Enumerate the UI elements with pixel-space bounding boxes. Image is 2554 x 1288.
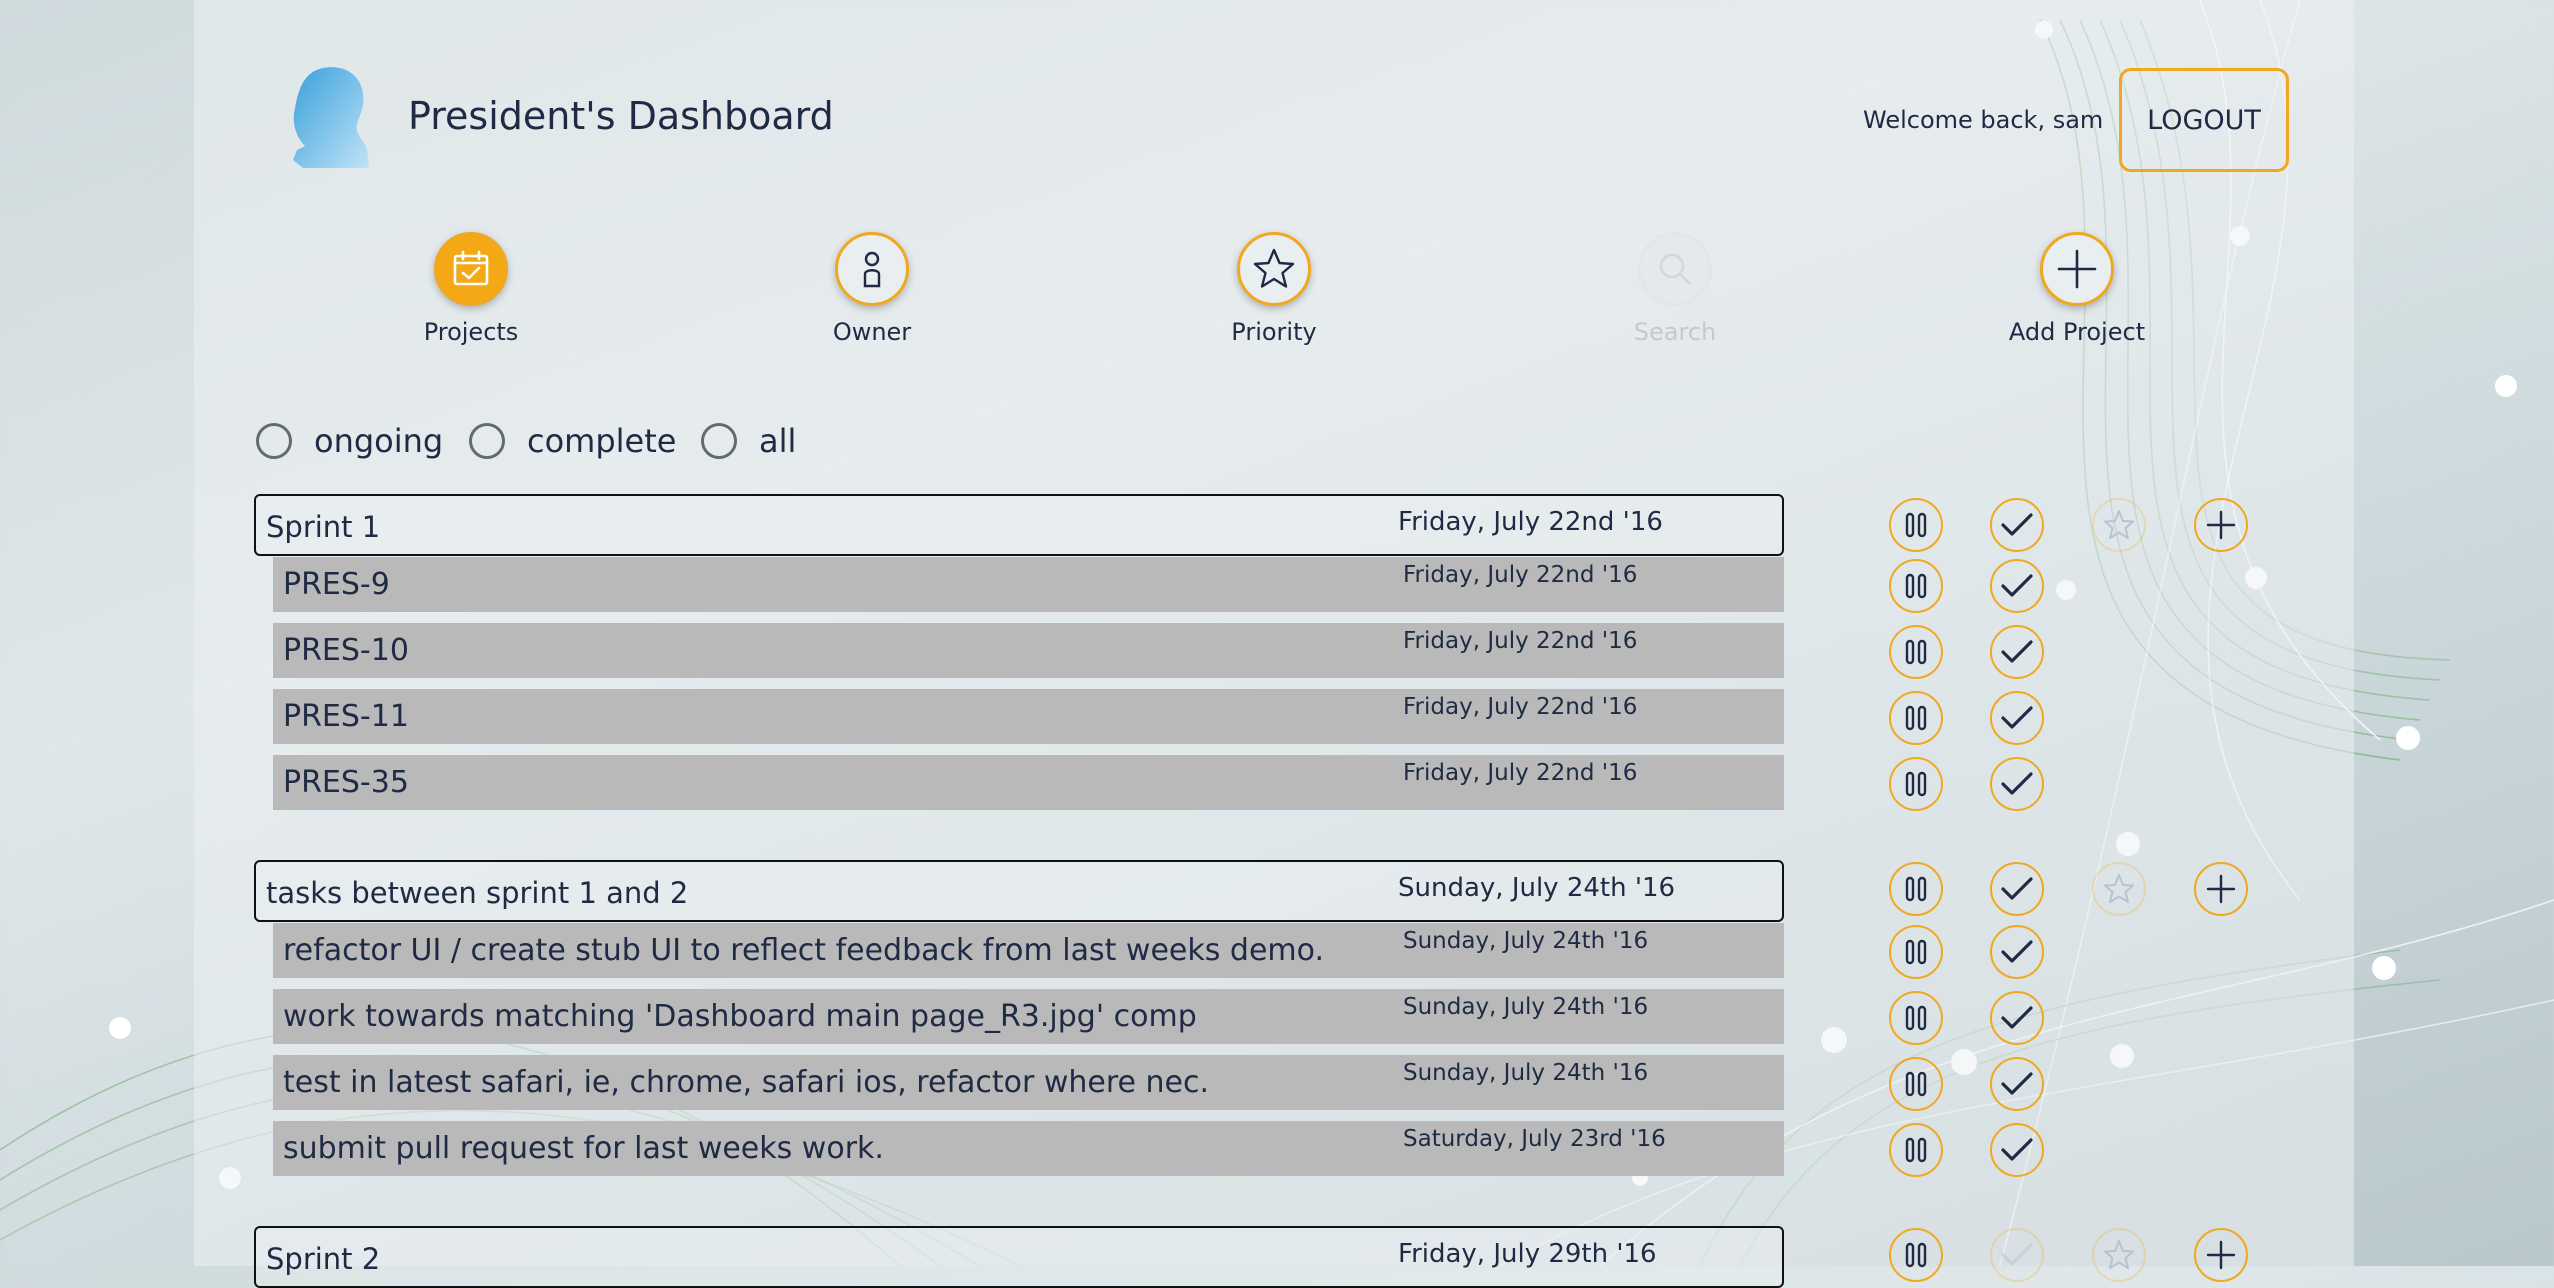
group-date: Friday, July 22nd '16 [1398, 507, 1663, 537]
complete-check-button[interactable] [1990, 862, 2044, 916]
filter-all[interactable]: all [701, 422, 796, 460]
group-name: Sprint 1 [266, 510, 381, 544]
group-header[interactable]: Sprint 1 Friday, July 22nd '16 [254, 494, 1784, 556]
pause-button[interactable] [1889, 757, 1943, 811]
president-silhouette-logo [293, 67, 369, 168]
nav-add-project-label: Add Project [2008, 318, 2146, 346]
nav-search[interactable]: Search [1555, 232, 1795, 346]
group-header[interactable]: Sprint 2 Friday, July 29th '16 [254, 1226, 1784, 1288]
pause-button[interactable] [1889, 1057, 1943, 1111]
person-icon [835, 232, 909, 306]
filter-ongoing-label: ongoing [314, 422, 444, 460]
pause-button[interactable] [1889, 862, 1943, 916]
filter-all-label: all [759, 422, 797, 460]
group-date: Sunday, July 24th '16 [1398, 873, 1676, 903]
pause-button[interactable] [1889, 925, 1943, 979]
task-name: submit pull request for last weeks work. [283, 1131, 884, 1166]
task-date: Sunday, July 24th '16 [1403, 1060, 1649, 1086]
task-row[interactable]: PRES-11 Friday, July 22nd '16 [273, 689, 1784, 744]
nav-owner-label: Owner [832, 318, 912, 346]
task-date: Saturday, July 23rd '16 [1403, 1126, 1666, 1152]
complete-check-button[interactable] [1990, 925, 2044, 979]
nav-add-project[interactable]: Add Project [1957, 232, 2197, 346]
complete-check-button[interactable] [1990, 1123, 2044, 1177]
task-row[interactable]: refactor UI / create stub UI to reflect … [273, 923, 1784, 978]
task-row[interactable]: PRES-35 Friday, July 22nd '16 [273, 755, 1784, 810]
calendar-check-icon [434, 232, 508, 306]
priority-star-button[interactable] [2092, 1228, 2146, 1282]
radio-button[interactable] [701, 423, 737, 459]
pause-button[interactable] [1889, 498, 1943, 552]
complete-check-button[interactable] [1990, 691, 2044, 745]
pause-button[interactable] [1889, 1228, 1943, 1282]
priority-star-button[interactable] [2092, 498, 2146, 552]
pause-button[interactable] [1889, 625, 1943, 679]
complete-check-button[interactable] [1990, 757, 2044, 811]
task-name: work towards matching 'Dashboard main pa… [283, 999, 1197, 1034]
add-task-button[interactable] [2194, 862, 2248, 916]
nav-search-label: Search [1633, 318, 1717, 346]
nav-priority-label: Priority [1231, 318, 1317, 346]
task-row[interactable]: submit pull request for last weeks work.… [273, 1121, 1784, 1176]
complete-check-button[interactable] [1990, 559, 2044, 613]
priority-star-button[interactable] [2092, 862, 2146, 916]
task-name: test in latest safari, ie, chrome, safar… [283, 1065, 1210, 1100]
radio-button[interactable] [256, 423, 292, 459]
radio-button[interactable] [469, 423, 505, 459]
task-date: Friday, July 22nd '16 [1403, 760, 1638, 786]
nav-projects[interactable]: Projects [351, 232, 591, 346]
star-icon [1237, 232, 1311, 306]
add-task-button[interactable] [2194, 1228, 2248, 1282]
task-row[interactable]: PRES-9 Friday, July 22nd '16 [273, 557, 1784, 612]
pause-button[interactable] [1889, 691, 1943, 745]
task-name: PRES-35 [283, 765, 409, 800]
complete-check-button[interactable] [1990, 1057, 2044, 1111]
task-date: Sunday, July 24th '16 [1403, 994, 1649, 1020]
group-name: tasks between sprint 1 and 2 [266, 876, 689, 910]
logout-button[interactable]: LOGOUT [2119, 68, 2289, 172]
task-row[interactable]: work towards matching 'Dashboard main pa… [273, 989, 1784, 1044]
group-header[interactable]: tasks between sprint 1 and 2 Sunday, Jul… [254, 860, 1784, 922]
task-name: refactor UI / create stub UI to reflect … [283, 933, 1324, 968]
welcome-message: Welcome back, sam [1863, 106, 2104, 134]
filter-complete-label: complete [527, 422, 677, 460]
task-name: PRES-9 [283, 567, 390, 602]
task-date: Friday, July 22nd '16 [1403, 628, 1638, 654]
task-date: Friday, July 22nd '16 [1403, 694, 1638, 720]
plus-icon [2040, 232, 2114, 306]
group-name: Sprint 2 [266, 1242, 381, 1276]
nav-owner[interactable]: Owner [752, 232, 992, 346]
search-icon [1638, 232, 1712, 306]
task-date: Sunday, July 24th '16 [1403, 928, 1649, 954]
complete-check-button[interactable] [1990, 1228, 2044, 1282]
pause-button[interactable] [1889, 991, 1943, 1045]
task-date: Friday, July 22nd '16 [1403, 562, 1638, 588]
filter-complete[interactable]: complete [469, 422, 676, 460]
nav-projects-label: Projects [423, 318, 519, 346]
add-task-button[interactable] [2194, 498, 2248, 552]
complete-check-button[interactable] [1990, 498, 2044, 552]
page-title: President's Dashboard [408, 94, 834, 138]
group-date: Friday, July 29th '16 [1398, 1239, 1657, 1269]
task-row[interactable]: PRES-10 Friday, July 22nd '16 [273, 623, 1784, 678]
task-row[interactable]: test in latest safari, ie, chrome, safar… [273, 1055, 1784, 1110]
complete-check-button[interactable] [1990, 991, 2044, 1045]
complete-check-button[interactable] [1990, 625, 2044, 679]
pause-button[interactable] [1889, 1123, 1943, 1177]
filter-ongoing[interactable]: ongoing [256, 422, 443, 460]
pause-button[interactable] [1889, 559, 1943, 613]
task-name: PRES-10 [283, 633, 409, 668]
nav-priority[interactable]: Priority [1154, 232, 1394, 346]
task-name: PRES-11 [283, 699, 409, 734]
